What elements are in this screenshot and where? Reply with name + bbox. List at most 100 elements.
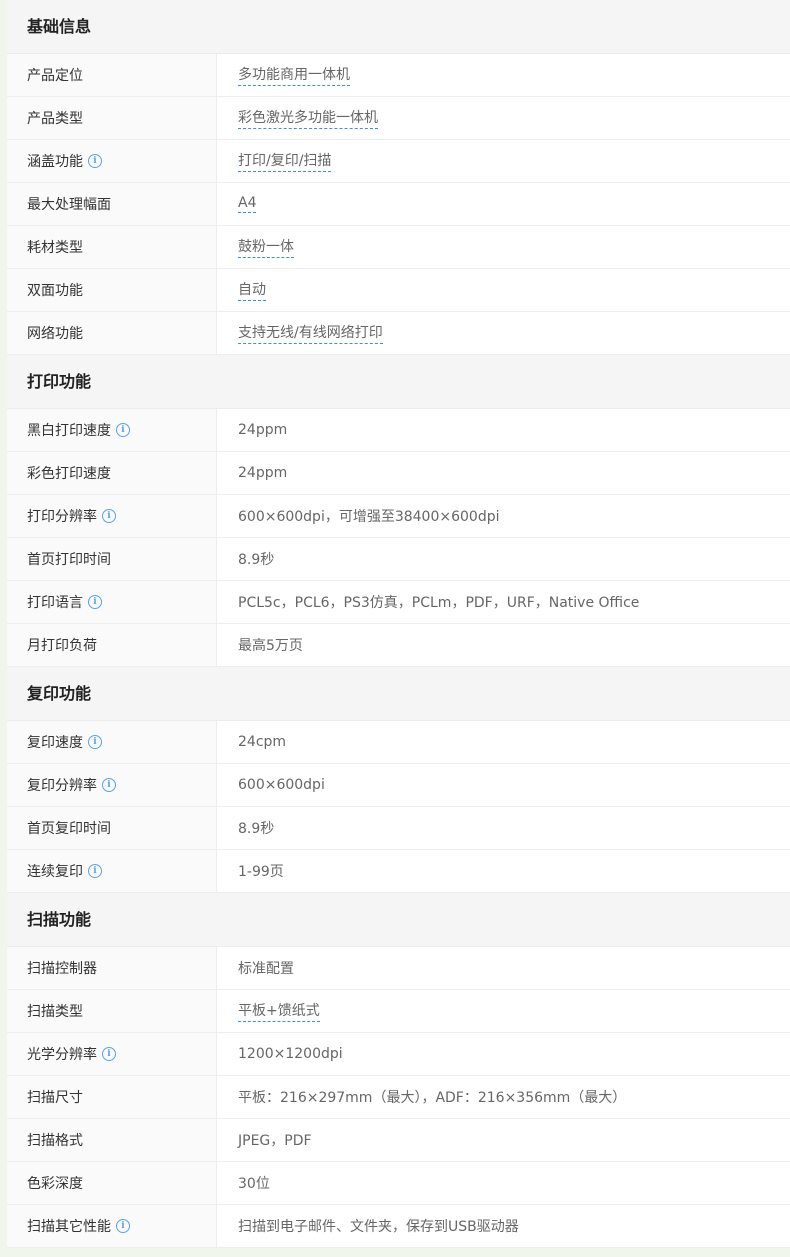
spec-label-cell: 黑白打印速度 i [7,409,217,451]
info-icon[interactable]: i [88,154,102,168]
spec-value-link[interactable]: 支持无线/有线网络打印 [238,322,383,344]
spec-label-cell: 彩色打印速度 [7,452,217,494]
spec-value: 标准配置 [238,961,294,977]
spec-value-link[interactable]: 彩色激光多功能一体机 [238,107,378,129]
spec-label-cell: 打印分辨率 i [7,495,217,537]
spec-value: 30位 [238,1176,270,1192]
spec-row: 首页复印时间 8.9秒 [7,807,790,850]
info-icon[interactable]: i [88,735,102,749]
spec-row: 网络功能 支持无线/有线网络打印 [7,312,790,355]
spec-value: 24ppm [238,465,288,481]
spec-value-link[interactable]: 鼓粉一体 [238,236,294,258]
info-icon[interactable]: i [116,423,130,437]
spec-label: 扫描其它性能 [27,1219,111,1235]
spec-label: 双面功能 [27,283,83,299]
spec-label: 扫描类型 [27,1004,83,1020]
spec-label: 产品类型 [27,111,83,127]
spec-label: 黑白打印速度 [27,423,111,439]
spec-row: 打印分辨率 i 600×600dpi，可增强至38400×600dpi [7,495,790,538]
spec-value-link[interactable]: A4 [238,195,257,213]
spec-row: 扫描类型 平板+馈纸式 [7,990,790,1033]
spec-label: 网络功能 [27,326,83,342]
spec-value: 8.9秒 [238,552,275,568]
spec-row: 耗材类型 鼓粉一体 [7,226,790,269]
info-icon[interactable]: i [102,778,116,792]
spec-label-cell: 耗材类型 [7,226,217,268]
spec-label: 复印速度 [27,735,83,751]
spec-label-cell: 产品定位 [7,54,217,96]
spec-row: 最大处理幅面 A4 [7,183,790,226]
spec-label: 首页打印时间 [27,552,111,568]
section-title: 基础信息 [7,0,790,54]
spec-row: 光学分辨率 i 1200×1200dpi [7,1033,790,1076]
spec-label: 打印分辨率 [27,509,97,525]
info-icon[interactable]: i [88,595,102,609]
spec-label-cell: 首页打印时间 [7,538,217,580]
spec-row: 复印分辨率 i 600×600dpi [7,764,790,807]
spec-row: 月打印负荷 最高5万页 [7,624,790,667]
spec-label-cell: 扫描格式 [7,1119,217,1161]
spec-value: 24ppm [238,422,288,438]
spec-label-cell: 最大处理幅面 [7,183,217,225]
spec-value: 24cpm [238,734,287,750]
spec-label: 产品定位 [27,68,83,84]
spec-value-link[interactable]: 打印/复印/扫描 [238,150,332,172]
spec-row: 色彩深度 30位 [7,1162,790,1205]
spec-label-cell: 网络功能 [7,312,217,354]
spec-row: 产品类型 彩色激光多功能一体机 [7,97,790,140]
spec-label-cell: 月打印负荷 [7,624,217,666]
spec-row: 首页打印时间 8.9秒 [7,538,790,581]
spec-label: 打印语言 [27,595,83,611]
spec-row: 涵盖功能 i 打印/复印/扫描 [7,140,790,183]
spec-value: JPEG，PDF [238,1133,312,1149]
spec-label-cell: 扫描尺寸 [7,1076,217,1118]
spec-label: 光学分辨率 [27,1047,97,1063]
spec-value-link[interactable]: 平板+馈纸式 [238,1000,320,1022]
section-title: 打印功能 [7,355,790,409]
spec-row: 打印语言 i PCL5c，PCL6，PS3仿真，PCLm，PDF，URF，Nativ… [7,581,790,624]
section-title: 复印功能 [7,667,790,721]
spec-label-cell: 连续复印 i [7,850,217,892]
spec-row: 黑白打印速度 i 24ppm [7,409,790,452]
info-icon[interactable]: i [102,509,116,523]
spec-value-link[interactable]: 自动 [238,279,266,301]
spec-label-cell: 光学分辨率 i [7,1033,217,1075]
spec-value: 8.9秒 [238,821,275,837]
spec-value: 1200×1200dpi [238,1046,343,1062]
spec-row: 连续复印 i 1-99页 [7,850,790,893]
spec-value: 600×600dpi，可增强至38400×600dpi [238,509,500,525]
spec-label-cell: 扫描类型 [7,990,217,1032]
spec-row: 扫描格式 JPEG，PDF [7,1119,790,1162]
spec-row: 扫描其它性能 i 扫描到电子邮件、文件夹，保存到USB驱动器 [7,1205,790,1248]
spec-label: 涵盖功能 [27,154,83,170]
spec-label-cell: 扫描控制器 [7,947,217,989]
spec-value: 扫描到电子邮件、文件夹，保存到USB驱动器 [238,1219,519,1235]
spec-label: 连续复印 [27,864,83,880]
spec-label-cell: 涵盖功能 i [7,140,217,182]
spec-row: 扫描尺寸 平板：216×297mm（最大），ADF：216×356mm（最大） [7,1076,790,1119]
spec-value-link[interactable]: 多功能商用一体机 [238,64,350,86]
spec-label-cell: 复印分辨率 i [7,764,217,806]
spec-label: 月打印负荷 [27,638,97,654]
spec-table: 基础信息产品定位 多功能商用一体机产品类型 彩色激光多功能一体机涵盖功能 i 打印/复印… [7,0,790,1248]
spec-label-cell: 扫描其它性能 i [7,1205,217,1247]
spec-label-cell: 首页复印时间 [7,807,217,849]
info-icon[interactable]: i [102,1047,116,1061]
spec-label: 复印分辨率 [27,778,97,794]
section-title: 扫描功能 [7,893,790,947]
spec-row: 扫描控制器 标准配置 [7,947,790,990]
spec-label: 扫描尺寸 [27,1090,83,1106]
spec-row: 双面功能 自动 [7,269,790,312]
spec-value: 1-99页 [238,864,284,880]
info-icon[interactable]: i [116,1219,130,1233]
spec-label-cell: 色彩深度 [7,1162,217,1204]
spec-label: 最大处理幅面 [27,197,111,213]
spec-row: 彩色打印速度 24ppm [7,452,790,495]
info-icon[interactable]: i [88,864,102,878]
spec-label-cell: 产品类型 [7,97,217,139]
spec-value: PCL5c，PCL6，PS3仿真，PCLm，PDF，URF，Native Off… [238,595,640,611]
spec-value: 600×600dpi [238,777,325,793]
spec-value: 平板：216×297mm（最大），ADF：216×356mm（最大） [238,1090,627,1106]
spec-row: 产品定位 多功能商用一体机 [7,54,790,97]
spec-label-cell: 复印速度 i [7,721,217,763]
